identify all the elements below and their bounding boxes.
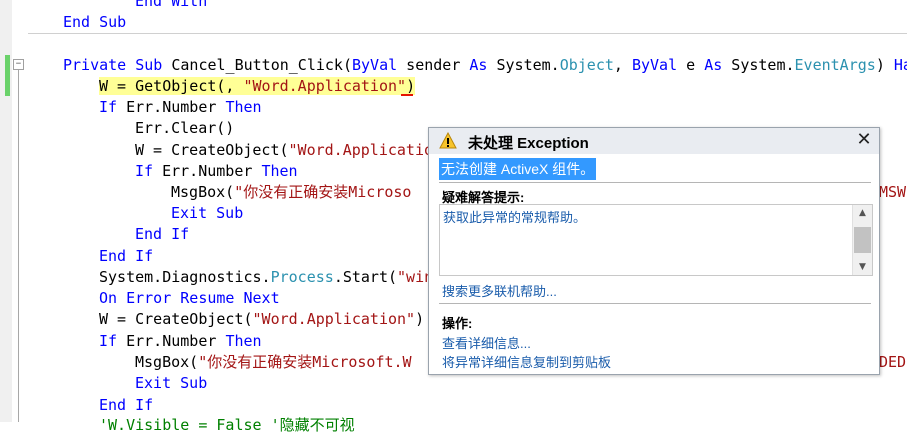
code-line[interactable]: If Err.Number Then [99,97,262,118]
exception-message: 无法创建 ActiveX 组件。 [439,158,597,180]
code-token: End If [99,396,154,414]
code-token: W = CreateObject( [99,310,253,328]
code-token: Cancel_Button_Click( [162,56,352,74]
code-token: System.Diagnostics. [99,268,271,286]
collapse-toggle-icon[interactable]: − [13,59,24,70]
code-token: End Sub [63,13,127,31]
code-line[interactable]: End Sub [63,12,126,33]
code-token: Ha [893,56,907,74]
code-token: Then [225,98,262,116]
code-token: Object [559,56,614,74]
code-token: Err.Number [153,162,262,180]
code-token: Then [261,162,298,180]
warning-icon [439,132,457,149]
code-token: ByVal [352,56,398,74]
tip-link[interactable]: 获取此异常的常规帮助。 [443,207,586,226]
code-token: "你没有正确安装Microso [234,183,412,201]
code-token: System. [487,56,560,74]
code-fragment-right: MSW [879,183,907,201]
code-token: End If [135,225,190,243]
search-online-link[interactable]: 搜索更多联机帮助... [442,281,557,300]
code-token: As [704,56,723,74]
code-token: ) [415,310,425,328]
code-token: "你没有正确安装Microsoft.W [198,353,412,371]
code-line[interactable]: System.Diagnostics.Process.Start("win [99,267,433,288]
divider [439,303,871,304]
code-token: End With [135,0,208,10]
change-marker [5,55,10,96]
code-line[interactable]: Exit Sub [135,373,207,394]
divider [439,182,871,183]
code-line[interactable]: End If [135,224,189,245]
code-line[interactable]: W = CreateObject("Word.Applicatio [135,140,433,161]
code-line[interactable]: Private Sub Cancel_Button_Click(ByVal se… [63,55,907,76]
code-token: ) [406,77,416,95]
view-details-link[interactable]: 查看详细信息... [442,333,531,352]
code-token: If [99,98,118,116]
error-squiggle [401,94,413,96]
code-line[interactable]: End If [99,395,153,416]
code-line[interactable]: W = GetObject(, "Word.Application") [99,76,416,97]
code-token: .Start( [333,268,398,286]
code-token: EventArgs [794,56,876,74]
code-token: Err.Number [117,98,226,116]
code-line[interactable]: If Err.Number Then [135,161,298,182]
exception-popup: 未处理 Exception ✕ 无法创建 ActiveX 组件。 疑难解答提示:… [428,127,880,375]
code-line[interactable]: W = CreateObject("Word.Application") [99,309,424,330]
close-icon[interactable]: ✕ [855,131,873,149]
tips-list[interactable]: 获取此异常的常规帮助。 ▲ ▼ [439,204,873,276]
code-token: Process [270,268,334,286]
code-token: e [677,56,705,74]
code-line[interactable]: On Error Resume Next [99,288,280,309]
scroll-down-icon[interactable]: ▼ [853,259,872,275]
code-token: MsgBox( [135,353,199,371]
code-token: If [135,162,154,180]
code-token: System. [722,56,795,74]
code-line[interactable]: If Err.Number Then [99,331,262,352]
code-token: , [613,56,632,74]
scroll-up-icon[interactable]: ▲ [853,205,872,221]
popup-title: 未处理 Exception [468,135,589,152]
tips-scrollbar[interactable]: ▲ ▼ [852,205,872,275]
code-line[interactable]: 'W.Visible = False '隐藏不可视 [99,415,355,436]
code-line[interactable]: MsgBox("你没有正确安装Microso [171,182,411,203]
code-token: "Word.Application" [243,77,407,95]
code-token: If [99,332,118,350]
code-token: ) [875,56,894,74]
popup-title-bar: 未处理 Exception ✕ [429,128,879,154]
code-token: Exit Sub [135,374,208,392]
code-token: MsgBox( [171,183,235,201]
code-token: Private Sub [63,56,163,74]
code-token: sender [397,56,470,74]
code-token: As [469,56,488,74]
code-line[interactable]: End With [135,0,207,12]
outline-guide [18,70,19,422]
code-token: ByVal [631,56,678,74]
code-token: W = GetObject(, [99,77,244,95]
code-token: Then [225,332,262,350]
code-token: 'W.Visible = False '隐藏不可视 [99,416,355,434]
method-separator [28,33,907,34]
code-token: Exit Sub [171,204,244,222]
code-token: "Word.Application" [252,310,416,328]
code-line[interactable]: Err.Clear() [135,118,234,139]
code-token: Err.Number [117,332,226,350]
code-token: On Error Resume Next [99,289,280,307]
actions-label: 操作: [442,316,473,331]
code-line[interactable]: Exit Sub [171,203,243,224]
code-line[interactable]: End If [99,246,153,267]
code-token: Err.Clear() [135,119,235,137]
scroll-thumb[interactable] [854,227,871,253]
code-fragment-right: DED. [879,353,907,371]
copy-details-link[interactable]: 将异常详细信息复制到剪贴板 [442,352,611,371]
code-token: "Word.Applicatio [288,141,434,159]
code-line[interactable]: MsgBox("你没有正确安装Microsoft.W [135,352,412,373]
code-token: End If [99,247,154,265]
code-token: W = CreateObject( [135,141,289,159]
